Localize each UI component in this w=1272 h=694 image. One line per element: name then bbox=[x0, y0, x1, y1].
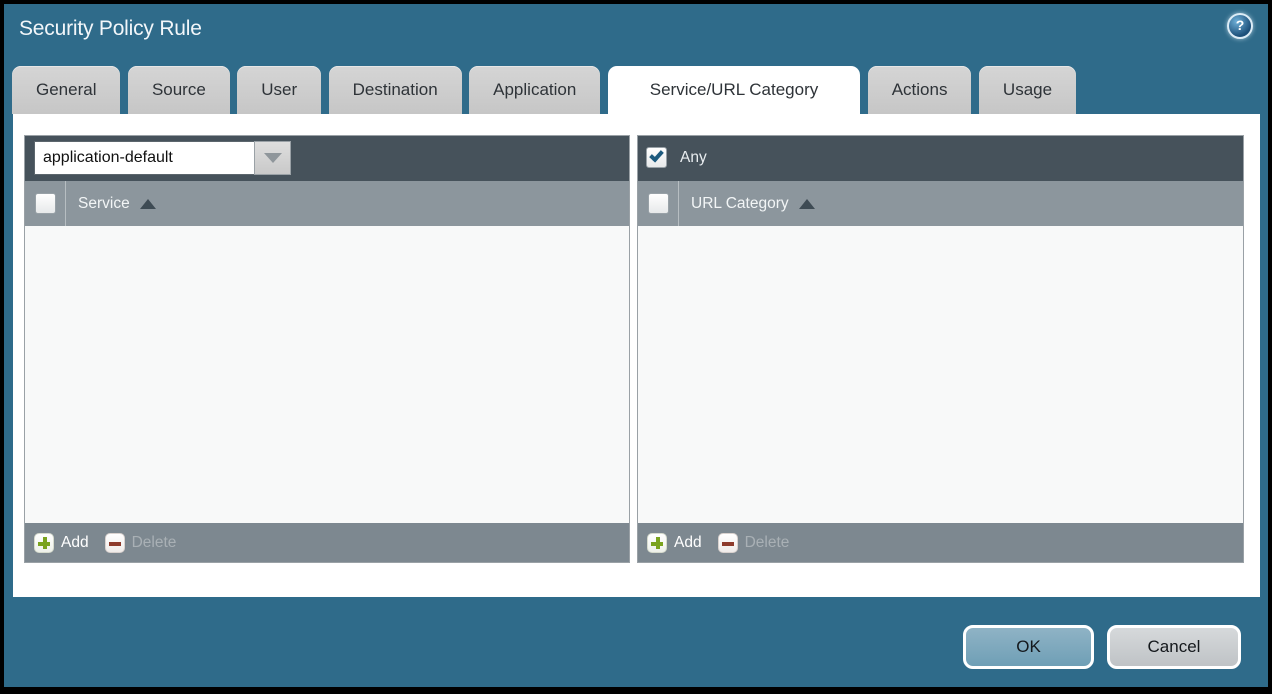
url-category-column-sort[interactable]: URL Category bbox=[679, 181, 815, 226]
sort-ascending-icon bbox=[140, 199, 156, 209]
chevron-down-icon bbox=[264, 153, 282, 163]
service-panel: Service Add Delete bbox=[24, 135, 630, 563]
url-category-column-label: URL Category bbox=[691, 195, 789, 213]
service-panel-header bbox=[25, 136, 629, 181]
tab-user[interactable]: User bbox=[237, 66, 321, 114]
help-icon[interactable]: ? bbox=[1227, 13, 1253, 39]
plus-icon bbox=[647, 533, 667, 553]
select-all-services-checkbox[interactable] bbox=[35, 193, 56, 214]
delete-service-label: Delete bbox=[132, 534, 177, 552]
cancel-button[interactable]: Cancel bbox=[1107, 625, 1241, 669]
service-select-all-cell bbox=[25, 181, 66, 226]
tab-usage[interactable]: Usage bbox=[979, 66, 1076, 114]
ok-button[interactable]: OK bbox=[963, 625, 1094, 669]
sort-ascending-icon bbox=[799, 199, 815, 209]
service-type-input[interactable] bbox=[34, 141, 254, 175]
service-list-body[interactable] bbox=[25, 226, 629, 523]
tab-actions[interactable]: Actions bbox=[868, 66, 972, 114]
url-category-column-header-row: URL Category bbox=[638, 181, 1243, 226]
service-panel-footer: Add Delete bbox=[25, 523, 629, 562]
tab-application[interactable]: Application bbox=[469, 66, 600, 114]
service-type-dropdown-button[interactable] bbox=[254, 141, 291, 175]
security-policy-rule-dialog: Security Policy Rule ? General Source Us… bbox=[4, 4, 1268, 687]
dialog-title: Security Policy Rule bbox=[19, 17, 202, 41]
add-service-button[interactable]: Add bbox=[34, 533, 89, 553]
service-column-header-row: Service bbox=[25, 181, 629, 226]
help-glyph: ? bbox=[1236, 17, 1245, 33]
add-url-category-label: Add bbox=[674, 534, 702, 552]
service-column-label: Service bbox=[78, 195, 130, 213]
any-url-category-row: Any bbox=[646, 147, 707, 168]
service-type-combobox bbox=[34, 141, 291, 175]
tab-service-url-category[interactable]: Service/URL Category bbox=[608, 66, 861, 114]
any-url-category-checkbox[interactable] bbox=[646, 147, 667, 168]
delete-service-button[interactable]: Delete bbox=[105, 533, 177, 553]
tab-source[interactable]: Source bbox=[128, 66, 230, 114]
tab-general[interactable]: General bbox=[12, 66, 120, 114]
checkmark-icon bbox=[649, 147, 664, 162]
add-url-category-button[interactable]: Add bbox=[647, 533, 702, 553]
delete-url-category-button[interactable]: Delete bbox=[718, 533, 790, 553]
url-category-select-all-cell bbox=[638, 181, 679, 226]
service-column-sort[interactable]: Service bbox=[66, 181, 156, 226]
add-service-label: Add bbox=[61, 534, 89, 552]
minus-icon bbox=[718, 533, 738, 553]
screen-frame: Security Policy Rule ? General Source Us… bbox=[0, 0, 1272, 694]
minus-icon bbox=[105, 533, 125, 553]
url-category-panel-footer: Add Delete bbox=[638, 523, 1243, 562]
select-all-url-categories-checkbox[interactable] bbox=[648, 193, 669, 214]
any-url-category-label: Any bbox=[680, 149, 707, 167]
url-category-panel: Any URL Category Add bbox=[637, 135, 1244, 563]
url-category-panel-header: Any bbox=[638, 136, 1243, 181]
delete-url-category-label: Delete bbox=[745, 534, 790, 552]
tab-destination[interactable]: Destination bbox=[329, 66, 462, 114]
tab-bar: General Source User Destination Applicat… bbox=[12, 66, 1079, 114]
tab-content-service-url-category: Service Add Delete bbox=[13, 114, 1260, 597]
url-category-list-body[interactable] bbox=[638, 226, 1243, 523]
plus-icon bbox=[34, 533, 54, 553]
